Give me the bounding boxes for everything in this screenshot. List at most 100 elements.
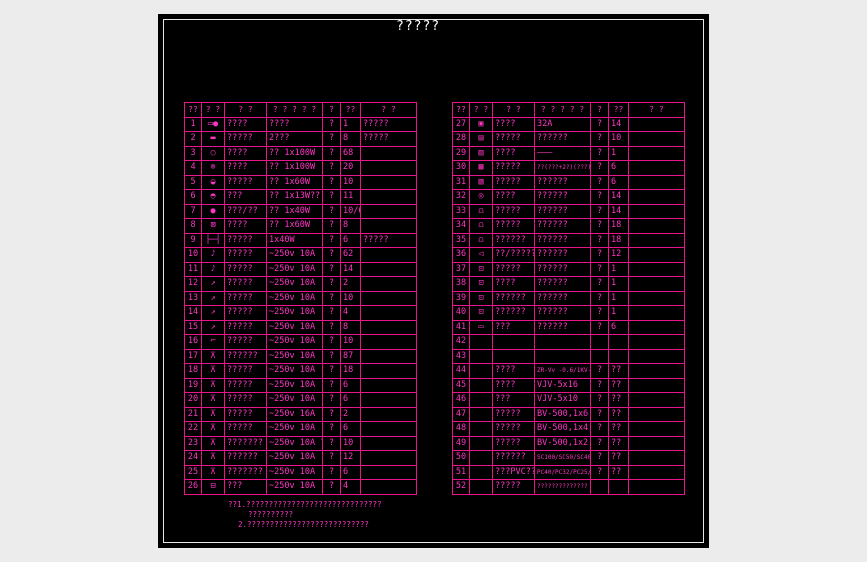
- symbol-icon: ◒: [201, 174, 225, 190]
- cell-name: ?????: [224, 392, 267, 408]
- cell-remark: [628, 218, 685, 234]
- symbol-icon: ⊼: [201, 392, 225, 408]
- cell-spec: ??????: [534, 203, 591, 219]
- symbol-icon: [469, 392, 493, 408]
- cell-unit: ?: [590, 145, 609, 161]
- cell-name: ??????: [492, 290, 535, 306]
- cell-unit: ?: [590, 450, 609, 466]
- table-row: 43: [452, 348, 685, 364]
- cell-spec: ~250v 10A: [266, 305, 323, 321]
- cell-unit: ?: [322, 334, 341, 350]
- table-row: 5 ◒??????? 1x60W? 10: [184, 174, 417, 190]
- cell-qty: ??: [608, 421, 629, 437]
- table-row: 29 ▥???? ———? 1: [452, 145, 685, 161]
- table-row: 16 ⌐????? ~250v 10A? 10: [184, 334, 417, 350]
- symbol-icon: ▣: [469, 116, 493, 132]
- table-row: 27 ▣???? 32A? 14: [452, 116, 685, 132]
- legend-table-left: ?? ? ? ? ? ? ? ? ? ? ? ?? ? ? 1 ▭●???????…: [184, 102, 417, 495]
- cell-no: 21: [184, 406, 202, 422]
- cell-name: ?????: [492, 406, 535, 422]
- cell-qty: 8: [340, 218, 361, 234]
- cell-name: ??????: [492, 450, 535, 466]
- symbol-icon: ▧: [469, 174, 493, 190]
- cell-remark: [628, 305, 685, 321]
- cell-remark: [628, 363, 685, 379]
- cell-unit: ?: [590, 131, 609, 147]
- cell-remark: [628, 450, 685, 466]
- cell-name: ?????: [224, 334, 267, 350]
- cell-unit: ?: [590, 319, 609, 335]
- cell-qty: 10: [340, 290, 361, 306]
- cell-remark: ?????: [360, 131, 417, 147]
- cell-name: [492, 334, 535, 350]
- cell-name: ?????: [224, 363, 267, 379]
- cell-spec: ~250v 10A: [266, 464, 323, 480]
- cell-remark: [628, 406, 685, 422]
- cell-no: 34: [452, 218, 470, 234]
- note-line: ??????????: [248, 510, 294, 519]
- cell-remark: [628, 421, 685, 437]
- cell-remark: [360, 464, 417, 480]
- cell-no: 14: [184, 305, 202, 321]
- cell-unit: ?: [322, 174, 341, 190]
- cell-remark: [628, 189, 685, 205]
- cell-name: ???: [224, 479, 267, 495]
- cell-spec: ~250v 10A: [266, 421, 323, 437]
- cell-no: 11: [184, 261, 202, 277]
- cell-name: ?????: [224, 261, 267, 277]
- cell-remark: [628, 160, 685, 176]
- cell-unit: ?: [590, 116, 609, 132]
- table-row: 24 ⊼?????? ~250v 10A? 12: [184, 450, 417, 466]
- cell-remark: [628, 479, 685, 495]
- cell-remark: [628, 203, 685, 219]
- cell-unit: ?: [322, 406, 341, 422]
- cell-spec: ??(???+2?)(???)(???): [534, 160, 591, 176]
- cell-no: 19: [184, 377, 202, 393]
- symbol-icon: ⊼: [201, 348, 225, 364]
- cell-name: ???: [224, 189, 267, 205]
- header-remark: ? ?: [628, 102, 685, 118]
- symbol-icon: [469, 450, 493, 466]
- table-row: 26 ⊟??? ~250v 10A? 4: [184, 479, 417, 495]
- cell-name: ?????: [492, 131, 535, 147]
- cell-spec: 1x40W: [266, 232, 323, 248]
- cell-no: 18: [184, 363, 202, 379]
- cell-name: ???: [492, 319, 535, 335]
- symbol-icon: ▭: [469, 319, 493, 335]
- cell-unit: ?: [322, 479, 341, 495]
- cell-spec: PC40/PC32/PC25/PC20: [534, 464, 591, 480]
- cell-no: 31: [452, 174, 470, 190]
- cell-remark: [360, 174, 417, 190]
- cell-remark: [360, 319, 417, 335]
- header-no: ??: [184, 102, 202, 118]
- cell-unit: ?: [590, 290, 609, 306]
- table-row: 9 ├─┤????? 1x40W? 6?????: [184, 232, 417, 248]
- cell-no: 36: [452, 247, 470, 263]
- cell-spec: BV-500,1x6: [534, 406, 591, 422]
- cell-no: 41: [452, 319, 470, 335]
- cell-unit: ?: [322, 305, 341, 321]
- cell-no: 17: [184, 348, 202, 364]
- cell-name: ????: [492, 377, 535, 393]
- header-unit: ?: [590, 102, 609, 118]
- header-name: ? ?: [492, 102, 535, 118]
- cell-spec: ??????: [534, 189, 591, 205]
- cell-no: 15: [184, 319, 202, 335]
- cell-no: 42: [452, 334, 470, 350]
- symbol-icon: ↗: [201, 305, 225, 321]
- cell-qty: 68: [340, 145, 361, 161]
- cell-spec: ~250v 10A: [266, 392, 323, 408]
- cell-qty: 1: [340, 116, 361, 132]
- cell-qty: 14: [608, 203, 629, 219]
- symbol-icon: ⊼: [201, 435, 225, 451]
- cell-spec: BV-500,1x2.5: [534, 435, 591, 451]
- cell-remark: ?????: [360, 116, 417, 132]
- table-row: 33 ⩍???????????? 14: [452, 203, 685, 219]
- table-row: 37 ⊡???????????? 1: [452, 261, 685, 277]
- cell-qty: 18: [340, 363, 361, 379]
- cell-unit: ?: [590, 218, 609, 234]
- cell-unit: ?: [322, 421, 341, 437]
- cell-name: ???/??: [224, 203, 267, 219]
- cell-no: 39: [452, 290, 470, 306]
- cell-name: ??/?????: [492, 247, 535, 263]
